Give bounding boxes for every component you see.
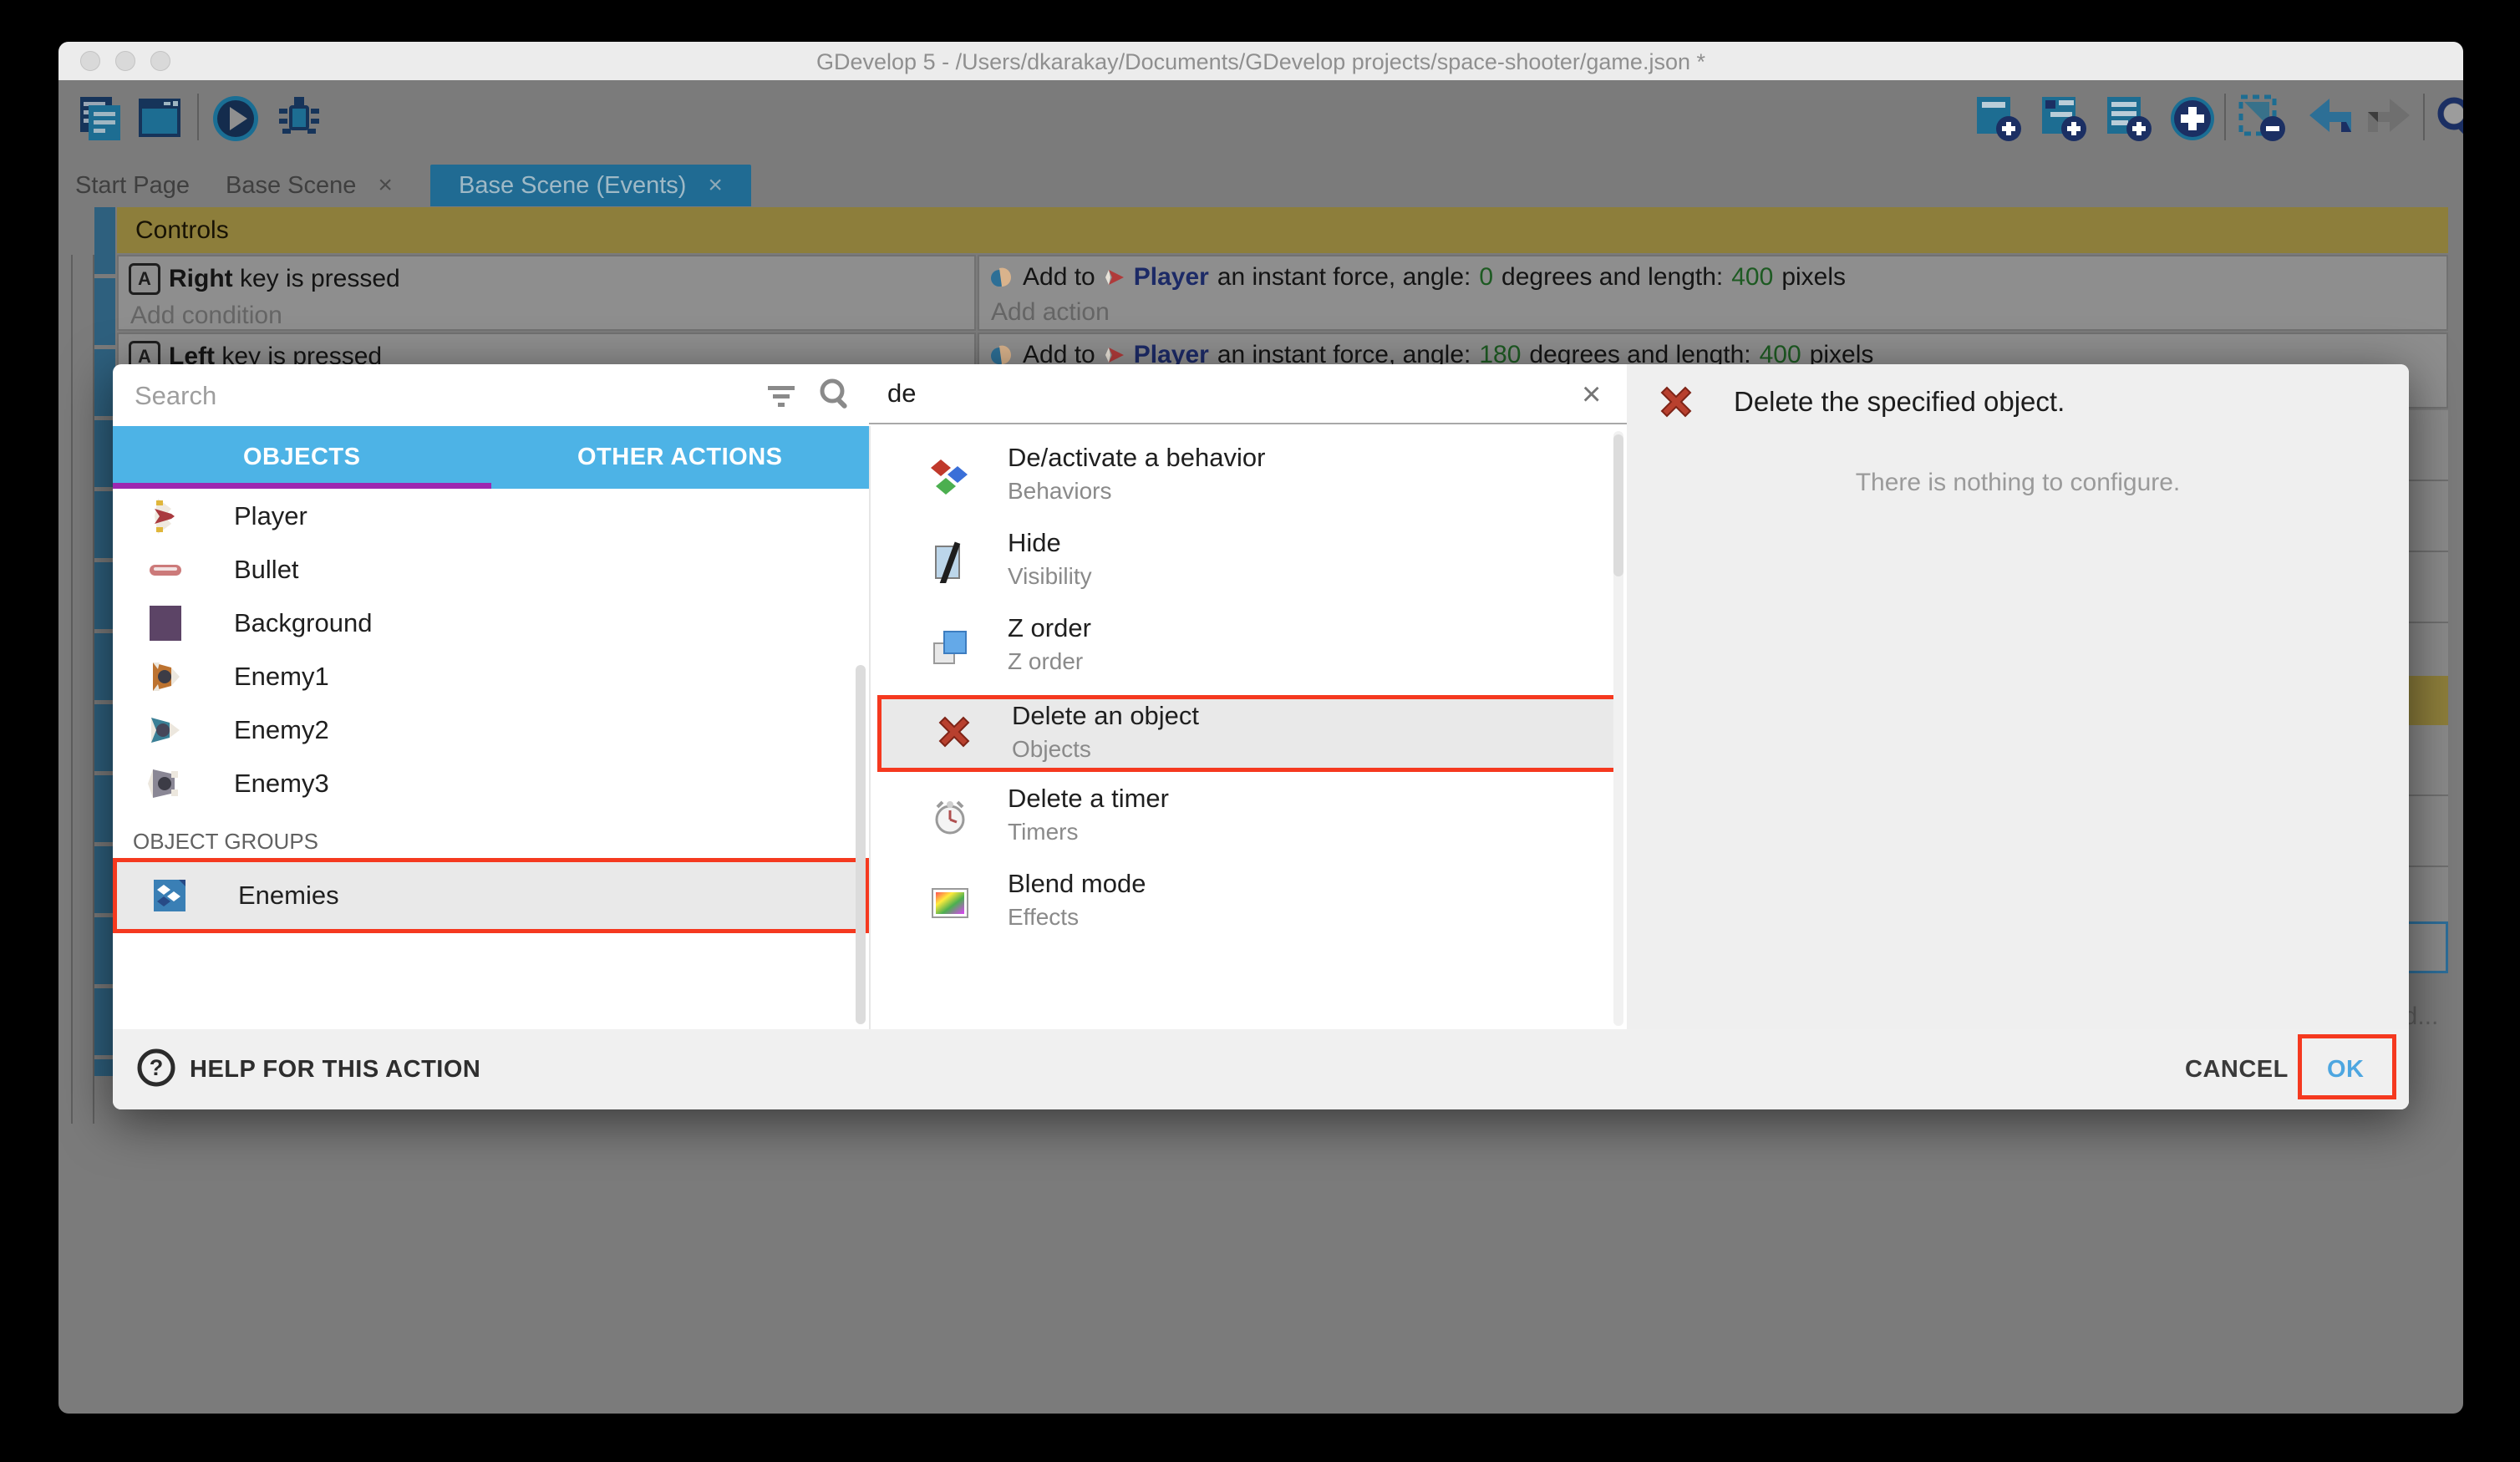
- behavior-icon: [929, 456, 971, 498]
- player-icon: [146, 497, 185, 536]
- help-icon[interactable]: ?: [136, 1048, 176, 1088]
- object-row-player[interactable]: Player: [113, 490, 869, 543]
- player-object-icon: [1104, 344, 1125, 366]
- toolbar-divider: [2224, 94, 2226, 140]
- condition-cell[interactable]: A Right key is pressed Add condition: [117, 255, 976, 331]
- tab-start-page[interactable]: Start Page: [75, 165, 190, 206]
- delete-event-icon[interactable]: [2236, 94, 2289, 144]
- tab-base-scene-events[interactable]: Base Scene (Events)×: [430, 165, 751, 206]
- add-comment-icon[interactable]: [2102, 94, 2156, 144]
- titlebar: GDevelop 5 - /Users/dkarakay/Documents/G…: [58, 42, 2463, 80]
- action-row-deactivate-behavior[interactable]: De/activate a behavior Behaviors: [877, 441, 1621, 526]
- screen: GDevelop 5 - /Users/dkarakay/Documents/G…: [0, 0, 2520, 1462]
- enemies-group-icon: [150, 876, 189, 915]
- delete-object-icon: [933, 711, 975, 753]
- add-event-icon[interactable]: [1972, 94, 2025, 144]
- background-icon: [146, 604, 185, 642]
- object-row-bullet[interactable]: Bullet: [113, 543, 869, 596]
- close-tab-icon[interactable]: ×: [708, 171, 723, 200]
- window-title: GDevelop 5 - /Users/dkarakay/Documents/G…: [58, 49, 2463, 75]
- cancel-button[interactable]: CANCEL: [2185, 1056, 2289, 1084]
- force-hand-icon: [989, 265, 1014, 290]
- bullet-icon: [146, 551, 185, 589]
- tab-objects[interactable]: OBJECTS: [113, 426, 491, 489]
- enemy3-icon: [146, 764, 185, 803]
- object-groups-label: OBJECT GROUPS: [133, 829, 318, 855]
- action-row-z-order[interactable]: Z order Z order: [877, 612, 1621, 697]
- project-manager-icon[interactable]: [75, 94, 124, 142]
- object-row-enemy1[interactable]: Enemy1: [113, 650, 869, 703]
- action-cell[interactable]: Add to Player an instant force, angle: 0…: [978, 255, 2448, 331]
- object-row-enemy3[interactable]: Enemy3: [113, 757, 869, 810]
- object-group-row-enemies[interactable]: Enemies: [113, 858, 869, 933]
- action-row-delete-object[interactable]: Delete an object Objects: [877, 695, 1621, 772]
- tab-other-actions[interactable]: OTHER ACTIONS: [491, 426, 870, 489]
- tab-base-scene[interactable]: Base Scene×: [226, 165, 393, 206]
- object-row-background[interactable]: Background: [113, 596, 869, 650]
- action-row-blend-mode[interactable]: Blend mode Effects: [877, 867, 1621, 952]
- add-condition-link[interactable]: Add condition: [130, 302, 974, 330]
- filter-icon[interactable]: [765, 379, 798, 413]
- undo-icon[interactable]: [2304, 94, 2356, 144]
- event-group-header[interactable]: Controls: [117, 207, 2448, 253]
- object-search-placeholder[interactable]: Search: [135, 381, 216, 411]
- close-tab-icon[interactable]: ×: [378, 171, 393, 200]
- search-events-icon[interactable]: [2433, 94, 2463, 144]
- delete-object-icon: [1655, 381, 1697, 423]
- instruction-editor-dialog: Search × OBJECTS OTHER ACTIONS Player Bu…: [113, 364, 2409, 1109]
- object-row-enemy2[interactable]: Enemy2: [113, 703, 869, 757]
- add-action-link[interactable]: Add action: [991, 298, 2446, 327]
- scene-editor-icon[interactable]: [135, 94, 184, 142]
- selected-tab-underline: [113, 483, 491, 489]
- clear-search-icon[interactable]: ×: [1582, 376, 1601, 414]
- z-order-icon: [929, 627, 971, 668]
- action-row-hide[interactable]: Hide Visibility: [877, 526, 1621, 612]
- nothing-to-configure-text: There is nothing to configure.: [1627, 469, 2409, 497]
- enemy2-icon: [146, 711, 185, 749]
- objects-scrollbar[interactable]: [856, 665, 866, 1024]
- svg-text:?: ?: [150, 1055, 164, 1080]
- toolbar-divider: [2423, 94, 2425, 140]
- blend-mode-icon: [929, 882, 971, 924]
- enemy1-icon: [146, 657, 185, 696]
- action-row-delete-timer[interactable]: Delete a timer Timers: [877, 782, 1621, 867]
- panel-divider: [869, 426, 871, 1029]
- hide-icon: [929, 541, 971, 583]
- keyboard-key-icon: A: [129, 263, 160, 295]
- player-object-icon: [1104, 267, 1125, 288]
- toolbar-divider: [197, 94, 199, 140]
- action-description: Delete the specified object.: [1734, 386, 2065, 418]
- help-button[interactable]: HELP FOR THIS ACTION: [190, 1056, 480, 1084]
- action-search-input[interactable]: [869, 364, 1627, 424]
- actions-scrollbar-thumb[interactable]: [1613, 434, 1623, 576]
- add-circle-icon[interactable]: [2167, 94, 2218, 144]
- debug-icon[interactable]: [274, 94, 324, 144]
- play-icon[interactable]: [211, 94, 261, 144]
- event-gutter: [71, 255, 94, 1124]
- search-icon[interactable]: [816, 376, 853, 413]
- timer-icon: [929, 797, 971, 839]
- dialog-tabbar: OBJECTS OTHER ACTIONS: [113, 426, 869, 489]
- redo-icon[interactable]: [2363, 94, 2415, 144]
- add-subevent-icon[interactable]: [2037, 94, 2091, 144]
- ok-highlight-box: [2298, 1034, 2396, 1099]
